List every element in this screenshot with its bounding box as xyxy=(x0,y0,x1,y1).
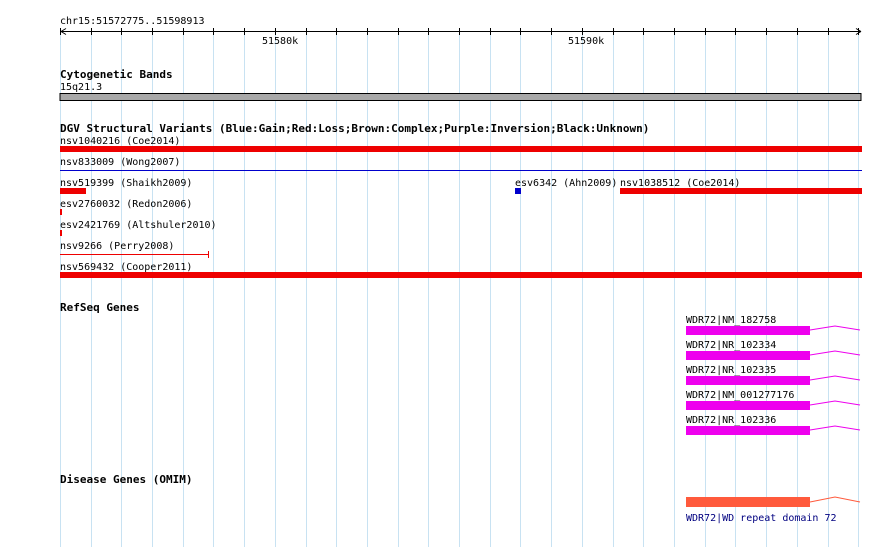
cytoband-track-title: Cytogenetic Bands xyxy=(60,68,173,81)
dgv-track-title: DGV Structural Variants (Blue:Gain;Red:L… xyxy=(60,122,649,135)
feature-label-nsv519399[interactable]: nsv519399 (Shaikh2009) xyxy=(60,178,192,189)
gene-label[interactable]: WDR72|NR_102336 xyxy=(686,415,776,426)
cytoband-label: 15q21.3 xyxy=(60,82,102,93)
variant-esv2421769[interactable] xyxy=(60,230,62,236)
cytoband-15q21-3[interactable] xyxy=(59,93,862,101)
gene-exon[interactable] xyxy=(686,401,810,410)
gene-nr-102336[interactable]: WDR72|NR_102336 xyxy=(686,415,861,435)
gene-nr-102334[interactable]: WDR72|NR_102334 xyxy=(686,340,861,360)
feature-label-nsv1040216[interactable]: nsv1040216 (Coe2014) xyxy=(60,136,180,147)
gene-intron xyxy=(809,325,861,331)
dgv-track: DGV Structural Variants (Blue:Gain;Red:L… xyxy=(60,122,862,278)
omim-gene-label[interactable]: WDR72|WD repeat domain 72 xyxy=(686,513,837,524)
feature-label-esv2421769[interactable]: esv2421769 (Altshuler2010) xyxy=(60,220,217,231)
gene-intron xyxy=(809,375,861,381)
omim-gene-intron xyxy=(809,496,861,503)
gene-nm-182758[interactable]: WDR72|NM_182758 xyxy=(686,315,861,335)
gene-label[interactable]: WDR72|NR_102334 xyxy=(686,340,776,351)
feature-label-esv6342[interactable]: esv6342 (Ahn2009) xyxy=(515,178,617,189)
tick-label-51590k: 51590k xyxy=(568,36,604,47)
feature-label-nsv569432[interactable]: nsv569432 (Cooper2011) xyxy=(60,262,192,273)
omim-gene-exon[interactable] xyxy=(686,497,810,507)
gene-nm-001277176[interactable]: WDR72|NM_001277176 xyxy=(686,390,861,410)
gene-exon[interactable] xyxy=(686,351,810,360)
variant-esv2760032[interactable] xyxy=(60,209,62,215)
gene-label[interactable]: WDR72|NM_182758 xyxy=(686,315,776,326)
gene-intron xyxy=(809,400,861,406)
feature-label-nsv9266[interactable]: nsv9266 (Perry2008) xyxy=(60,241,174,252)
gene-intron xyxy=(809,350,861,356)
variant-nsv519399[interactable] xyxy=(60,188,86,194)
cytoband-track: Cytogenetic Bands 15q21.3 xyxy=(59,68,862,101)
ruler: chr15:51572775..51598913 51580k 51590k xyxy=(60,16,862,47)
omim-gene-wdr72[interactable]: WDR72|WD repeat domain 72 xyxy=(686,496,861,524)
variant-nsv1038512[interactable] xyxy=(620,188,862,194)
variant-nsv1040216[interactable] xyxy=(60,146,862,152)
variant-nsv569432[interactable] xyxy=(60,272,862,278)
gene-label[interactable]: WDR72|NM_001277176 xyxy=(686,390,794,401)
genome-browser-view: chr15:51572775..51598913 51580k 51590k C… xyxy=(59,16,862,547)
feature-label-nsv1038512[interactable]: nsv1038512 (Coe2014) xyxy=(620,178,740,189)
gene-exon[interactable] xyxy=(686,376,810,385)
grid-lines xyxy=(60,35,859,547)
variant-esv6342[interactable] xyxy=(515,188,521,194)
gene-exon[interactable] xyxy=(686,326,810,335)
tick-label-51580k: 51580k xyxy=(262,36,298,47)
gene-label[interactable]: WDR72|NR_102335 xyxy=(686,365,776,376)
gene-exon[interactable] xyxy=(686,426,810,435)
refseq-track-title: RefSeq Genes xyxy=(60,301,139,314)
feature-label-esv2760032[interactable]: esv2760032 (Redon2006) xyxy=(60,199,192,210)
omim-track-title: Disease Genes (OMIM) xyxy=(60,473,192,486)
gene-intron xyxy=(809,425,861,431)
gene-nr-102335[interactable]: WDR72|NR_102335 xyxy=(686,365,861,385)
feature-label-nsv833009[interactable]: nsv833009 (Wong2007) xyxy=(60,157,180,168)
location-label: chr15:51572775..51598913 xyxy=(60,16,205,27)
